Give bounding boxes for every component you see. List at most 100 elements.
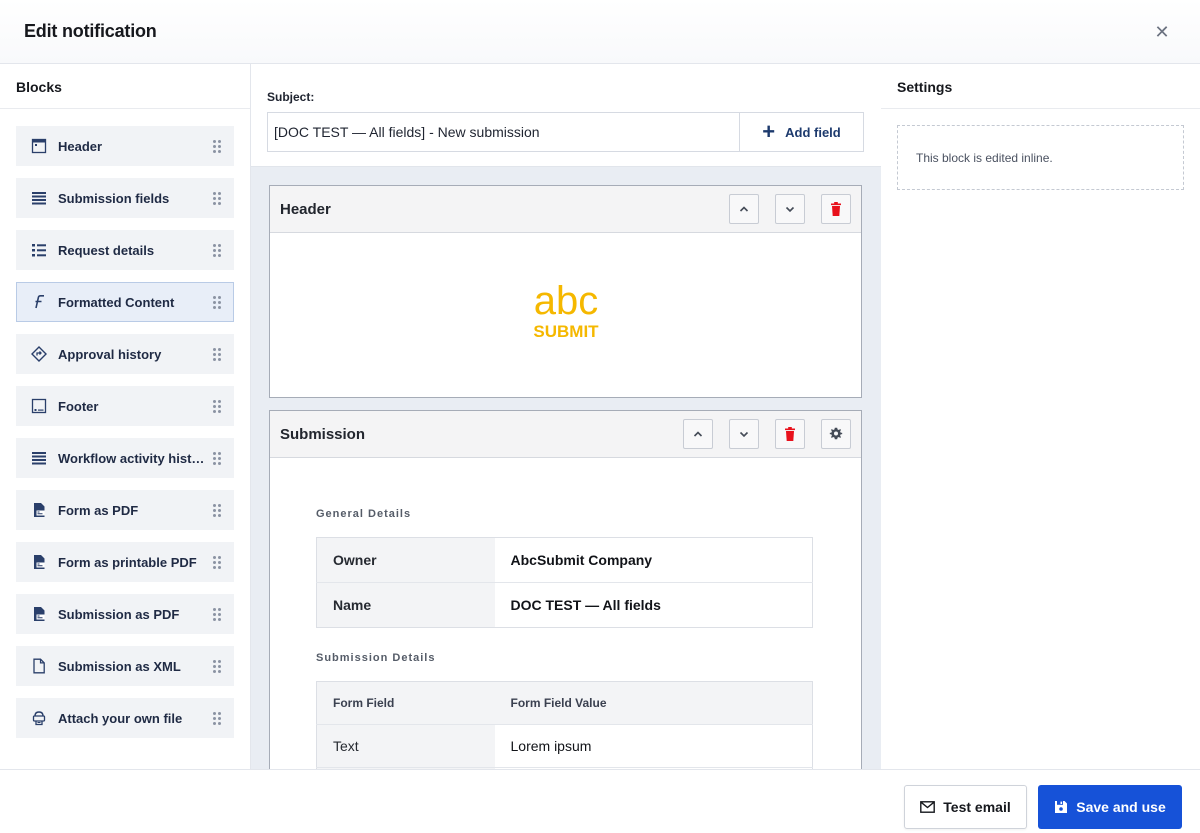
settings-message: This block is edited inline.	[897, 125, 1184, 190]
blocks-list: Header Submission fields Request details…	[0, 109, 250, 738]
subject-label: Subject:	[267, 90, 315, 104]
chevron-down-icon	[785, 206, 795, 213]
drag-handle-icon[interactable]	[213, 296, 221, 309]
list-lines-icon	[31, 450, 47, 466]
block-item-workflow-activity-history[interactable]: Workflow activity history	[16, 438, 234, 478]
block-item-label: Submission fields	[58, 190, 170, 206]
submission-block-toolbar: Submission	[270, 411, 861, 458]
block-item-label: Formatted Content	[58, 294, 175, 310]
block-item-submission-fields[interactable]: Submission fields	[16, 178, 234, 218]
pdf-icon	[31, 502, 47, 518]
block-item-label: Approval history	[58, 346, 162, 362]
header-block-title: Header	[280, 200, 331, 218]
svg-text:SUBMIT: SUBMIT	[533, 322, 599, 341]
chevron-down-icon	[739, 431, 749, 438]
block-item-form-as-printable-pdf[interactable]: Form as printable PDF	[16, 542, 234, 582]
drag-handle-icon[interactable]	[213, 452, 221, 465]
subject-row: + Add field	[267, 112, 864, 152]
logo-area: abc SUBMIT	[270, 233, 861, 397]
block-settings-button[interactable]	[821, 419, 851, 449]
pdf-icon	[31, 606, 47, 622]
field-value: Lorem ipsum	[494, 724, 813, 768]
drag-handle-icon[interactable]	[213, 504, 221, 517]
bullet-list-icon	[31, 242, 47, 258]
general-row-value: DOC TEST — All fields	[494, 582, 813, 628]
block-item-label: Footer	[58, 398, 99, 414]
general-row-value: AbcSubmit Company	[510, 552, 653, 568]
drag-handle-icon[interactable]	[213, 660, 221, 673]
chevron-up-icon	[739, 206, 749, 212]
table-header-row: Form Field Form Field Value	[316, 681, 813, 725]
add-field-button[interactable]: + Add field	[739, 113, 863, 151]
delete-button[interactable]	[821, 194, 851, 224]
header-block-card[interactable]: Header abc SUBMIT	[269, 185, 862, 398]
block-item-footer[interactable]: Footer	[16, 386, 234, 426]
dialog-title: Edit notification	[24, 21, 157, 41]
block-item-submission-as-xml[interactable]: Submission as XML	[16, 646, 234, 686]
column-header: Form Field	[316, 681, 495, 725]
move-up-button[interactable]	[683, 419, 713, 449]
dialog-footer: Test email Save and use	[0, 769, 1200, 833]
block-item-label: Request details	[58, 242, 155, 258]
trash-icon	[785, 427, 795, 441]
submission-block-card[interactable]: Submission General Details Owner AbcSubm…	[269, 410, 862, 770]
submission-details-table: Form Field Form Field Value Text Lorem i…	[316, 681, 813, 770]
drag-handle-icon[interactable]	[213, 348, 221, 361]
move-up-button[interactable]	[729, 194, 759, 224]
drag-handle-icon[interactable]	[213, 556, 221, 569]
block-item-label: Submission as XML	[58, 658, 181, 674]
test-email-button[interactable]: Test email	[904, 785, 1027, 829]
gear-icon	[829, 427, 843, 440]
general-details-table: Owner AbcSubmit Company Name DOC TEST — …	[316, 537, 813, 628]
submission-details-title: Submission Details	[316, 652, 436, 664]
file-icon	[31, 658, 47, 674]
svg-text:abc: abc	[533, 280, 598, 323]
drag-handle-icon[interactable]	[213, 608, 221, 621]
plus-icon: +	[762, 119, 776, 144]
footer-icon	[31, 398, 47, 414]
formatted-text-icon	[31, 294, 47, 310]
pdf-icon	[31, 554, 47, 570]
blocks-panel: Blocks Header Submission fields Request …	[0, 64, 251, 770]
chevron-up-icon	[693, 431, 703, 437]
drag-handle-icon[interactable]	[213, 712, 221, 725]
block-item-submission-as-pdf[interactable]: Submission as PDF	[16, 594, 234, 634]
floppy-disk-icon	[1054, 800, 1068, 814]
block-item-approval-history[interactable]: Approval history	[16, 334, 234, 374]
general-details-title: General Details	[316, 508, 412, 520]
delete-button[interactable]	[775, 419, 805, 449]
drag-handle-icon[interactable]	[213, 192, 221, 205]
block-item-label: Attach your own file	[58, 710, 183, 726]
editor-canvas: Subject: + Add field Header abc	[251, 64, 881, 770]
general-row-key: Owner	[316, 537, 495, 583]
header-block-toolbar: Header	[270, 186, 861, 233]
block-item-header[interactable]: Header	[16, 126, 234, 166]
approval-diamond-icon	[31, 346, 47, 362]
submission-block-title: Submission	[280, 425, 366, 443]
block-item-formatted-content[interactable]: Formatted Content	[16, 282, 234, 322]
block-item-attach-your-own-file[interactable]: Attach your own file	[16, 698, 234, 738]
table-row: Text Lorem ipsum	[316, 724, 813, 768]
drag-handle-icon[interactable]	[213, 244, 221, 257]
settings-panel: Settings This block is edited inline.	[881, 64, 1200, 770]
drag-handle-icon[interactable]	[213, 140, 221, 153]
envelope-icon	[920, 801, 936, 813]
block-item-form-as-pdf[interactable]: Form as PDF	[16, 490, 234, 530]
header-icon	[31, 138, 47, 154]
move-down-button[interactable]	[775, 194, 805, 224]
trash-icon	[831, 202, 841, 216]
attach-file-icon	[31, 710, 47, 726]
blocks-panel-title: Blocks	[0, 64, 250, 109]
block-item-request-details[interactable]: Request details	[16, 230, 234, 270]
field-name: Text	[316, 724, 495, 768]
abcsubmit-logo: abc SUBMIT	[533, 280, 599, 341]
add-field-label: Add field	[785, 124, 841, 140]
save-and-use-button[interactable]: Save and use	[1038, 785, 1182, 829]
column-header: Form Field Value	[494, 681, 813, 725]
drag-handle-icon[interactable]	[213, 400, 221, 413]
subject-input[interactable]	[268, 113, 739, 151]
move-down-button[interactable]	[729, 419, 759, 449]
subject-area: Subject: + Add field	[251, 64, 881, 167]
close-icon[interactable]: ✕	[1150, 20, 1174, 44]
save-and-use-label: Save and use	[1076, 799, 1166, 815]
